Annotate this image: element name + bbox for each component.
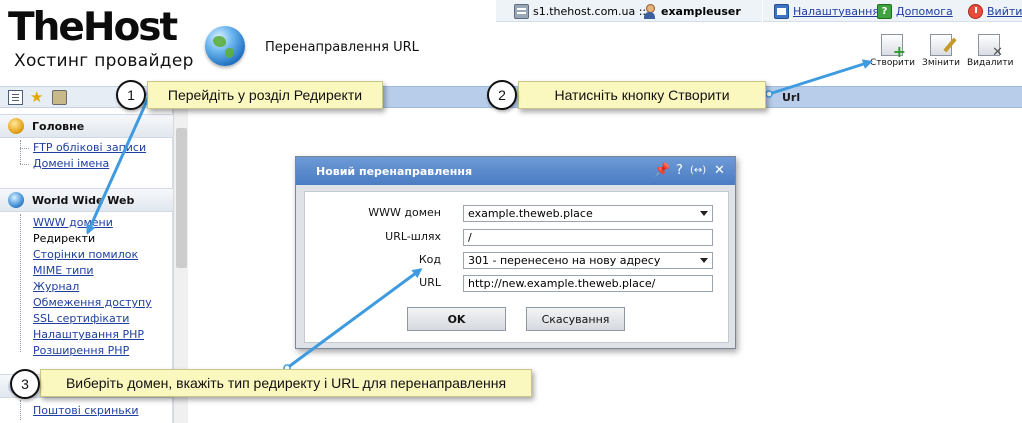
help-link[interactable]: ? Допомога bbox=[877, 0, 953, 22]
help-icon[interactable]: ? bbox=[676, 162, 683, 179]
sidebar-item-domains[interactable]: Домені імена bbox=[33, 157, 109, 170]
tree-line bbox=[20, 140, 30, 164]
sidebar-item-redirects[interactable]: Редиректи bbox=[33, 232, 95, 245]
sidebar-item-log[interactable]: Журнал bbox=[33, 280, 79, 293]
page-title: Перенаправлення URL bbox=[265, 40, 419, 55]
url-path-label: URL-шлях bbox=[385, 230, 441, 243]
column-header-url[interactable]: Url bbox=[782, 91, 800, 104]
tree-line bbox=[20, 400, 30, 420]
dialog-title: Новий перенаправлення bbox=[316, 164, 473, 178]
callout-step-3: Виберіть домен, вкажіть тип редиректу і … bbox=[40, 369, 532, 397]
url-input[interactable]: http://new.example.theweb.place/ bbox=[463, 275, 713, 292]
power-icon bbox=[968, 3, 983, 19]
menu-list-icon[interactable] bbox=[8, 90, 23, 105]
code-value: 301 - перенесено на нову адресу bbox=[468, 254, 661, 267]
server-icon bbox=[514, 3, 529, 19]
sidebar-item-mime[interactable]: MIME типи bbox=[33, 264, 94, 277]
sidebar-group-main[interactable]: Головне bbox=[0, 114, 173, 138]
sidebar-item-ftp[interactable]: FTP облікові записи bbox=[33, 141, 146, 154]
edit-label: Змінити bbox=[922, 58, 960, 68]
top-separator bbox=[762, 0, 763, 22]
server-name: s1.thehost.com.ua :: bbox=[533, 4, 647, 18]
callout-step-2: Натисніть кнопку Створити bbox=[518, 81, 766, 109]
star-icon[interactable]: ★ bbox=[30, 90, 45, 105]
step-badge-3: 3 bbox=[10, 369, 40, 399]
resize-icon[interactable]: (↔) bbox=[690, 162, 706, 179]
chevron-down-icon bbox=[700, 258, 708, 263]
delete-button[interactable]: Видалити bbox=[967, 34, 1014, 68]
chevron-down-icon bbox=[700, 211, 708, 216]
code-select[interactable]: 301 - перенесено на нову адресу bbox=[463, 252, 713, 269]
edit-icon bbox=[930, 34, 952, 56]
help-label[interactable]: Допомога bbox=[896, 5, 953, 18]
code-label: Код bbox=[418, 253, 441, 266]
url-value: http://new.example.theweb.place/ bbox=[468, 277, 656, 290]
cancel-button[interactable]: Скасування bbox=[526, 307, 625, 331]
user-icon bbox=[642, 3, 657, 19]
top-info-bar: s1.thehost.com.ua :: exampleuser Налашту… bbox=[496, 0, 1022, 22]
exit-link[interactable]: Вийти bbox=[968, 0, 1022, 22]
server-info: s1.thehost.com.ua :: bbox=[514, 0, 646, 22]
sidebar-group-label: Головне bbox=[32, 119, 85, 133]
home-icon bbox=[8, 118, 24, 134]
package-icon[interactable] bbox=[52, 90, 67, 105]
delete-label: Видалити bbox=[967, 58, 1014, 68]
sidebar-item-access[interactable]: Обмеження доступу bbox=[33, 296, 152, 309]
user-info: exampleuser bbox=[642, 0, 741, 22]
sidebar-item-error-pages[interactable]: Сторінки помилок bbox=[33, 248, 138, 261]
www-domain-label: WWW домен bbox=[368, 206, 441, 219]
step-badge-1: 1 bbox=[116, 80, 146, 110]
sidebar-group-label: World Wide Web bbox=[32, 193, 135, 207]
globe-icon bbox=[205, 26, 245, 66]
delete-icon bbox=[978, 34, 1003, 60]
globe-icon bbox=[8, 192, 24, 208]
callout-step-1: Перейдіть у розділ Редиректи bbox=[147, 81, 383, 109]
logo[interactable]: TheHost bbox=[8, 8, 178, 48]
tree-twig bbox=[20, 164, 29, 165]
www-domain-select[interactable]: example.theweb.place bbox=[463, 205, 713, 222]
www-domain-value: example.theweb.place bbox=[468, 207, 593, 220]
pin-icon[interactable]: 📌 bbox=[654, 162, 670, 179]
tree-twig bbox=[20, 148, 29, 149]
new-redirect-dialog: Новий перенаправлення 📌 ? (↔) ✕ WWW доме… bbox=[295, 156, 736, 349]
ok-button[interactable]: OK bbox=[407, 307, 506, 331]
url-path-value: / bbox=[468, 231, 472, 244]
settings-link[interactable]: Налаштування bbox=[774, 0, 879, 22]
exit-label[interactable]: Вийти bbox=[987, 5, 1022, 18]
create-icon bbox=[881, 34, 906, 61]
dialog-form: WWW домен example.theweb.place URL-шлях … bbox=[304, 191, 729, 343]
sidebar-item-php-ext[interactable]: Розширення PHP bbox=[33, 344, 129, 357]
sidebar-group-www[interactable]: World Wide Web bbox=[0, 188, 173, 212]
sidebar-item-www-domains[interactable]: WWW домени bbox=[33, 216, 113, 229]
sidebar-item-php-settings[interactable]: Налаштування PHP bbox=[33, 328, 144, 341]
tree-line bbox=[20, 214, 30, 352]
close-icon[interactable]: ✕ bbox=[714, 162, 725, 179]
help-icon: ? bbox=[877, 3, 892, 19]
settings-label[interactable]: Налаштування bbox=[793, 5, 879, 18]
edit-button[interactable]: Змінити bbox=[919, 34, 963, 68]
user-name: exampleuser bbox=[661, 4, 741, 18]
url-path-input[interactable]: / bbox=[463, 229, 713, 246]
settings-icon bbox=[774, 3, 789, 19]
url-label: URL bbox=[419, 276, 441, 289]
sidebar-item-mailboxes[interactable]: Поштові скриньки bbox=[33, 404, 139, 417]
logo-tagline: Хостинг провайдер bbox=[14, 51, 194, 71]
scrollbar-thumb[interactable] bbox=[176, 128, 187, 268]
step-badge-2: 2 bbox=[487, 80, 517, 110]
create-button[interactable]: Створити bbox=[870, 34, 915, 68]
sidebar-item-ssl[interactable]: SSL сертифікати bbox=[33, 312, 129, 325]
